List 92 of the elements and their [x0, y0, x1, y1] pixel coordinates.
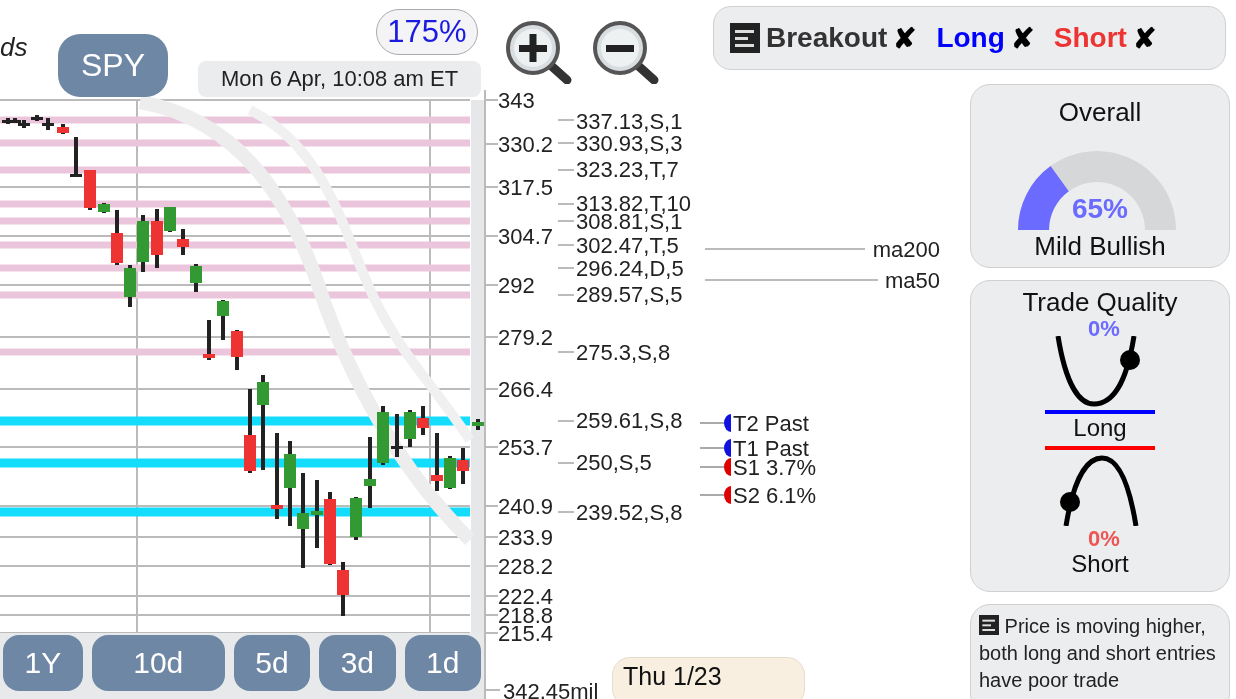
candlestick: [70, 137, 82, 177]
card-title: Overall: [1058, 97, 1142, 128]
moving-average-label: ma200: [872, 237, 940, 262]
price-level-label: 239.52,S,8: [576, 500, 683, 525]
price-level-label: 289.57,S,5: [576, 282, 683, 307]
leader-line: [557, 511, 575, 513]
price-tick-label: 343: [498, 88, 535, 113]
price-level-label: 337.13,S,1: [576, 109, 683, 134]
candlestick: [472, 419, 484, 430]
price-tick-label: 233.9: [498, 525, 554, 550]
price-level-label: 296.24,D,5: [576, 256, 684, 281]
range-button[interactable]: 1Y: [3, 635, 83, 691]
price-level-label: 259.61,S,8: [576, 408, 683, 433]
comment-text: Price is moving higher, both long and short entries have poor trade: [979, 614, 1217, 693]
zoom-out-icon[interactable]: [590, 20, 660, 84]
candlestick: [417, 406, 429, 435]
symbol-button[interactable]: SPY: [58, 34, 168, 97]
cross-mark: ✘: [1132, 21, 1156, 55]
cross-mark: ✘: [893, 21, 917, 55]
price-tick-label: 304.7: [498, 224, 554, 249]
candlestick: [231, 330, 243, 370]
short-label: Short: [1071, 550, 1129, 578]
price-tick-label: 292: [498, 273, 535, 298]
price-level-label: 323.23,T,7: [576, 157, 679, 182]
leader-line: [557, 462, 575, 464]
price-tick-label: 253.7: [498, 435, 554, 460]
leader-line: [557, 294, 575, 296]
candlestick: [377, 406, 389, 465]
candlestick: [457, 448, 469, 484]
leader-line: [699, 422, 725, 424]
leader-line: [557, 169, 575, 171]
price-tick-label: 266.4: [498, 377, 554, 402]
candlestick: [350, 497, 362, 540]
cross-mark: ✘: [1010, 21, 1034, 55]
timestamp: Mon 6 Apr, 10:08 am ET: [198, 61, 481, 97]
signal-label: Long: [936, 22, 1005, 54]
leader-line: [699, 466, 725, 468]
target-label: S2 6.1%: [733, 483, 817, 508]
price-level-label: 302.47,T,5: [576, 233, 679, 258]
candlestick: [217, 300, 229, 340]
candlestick: [311, 480, 323, 548]
price-level-label: 330.93,S,3: [576, 131, 683, 156]
leader-line: [557, 119, 575, 121]
candlestick: [404, 410, 416, 447]
zoom-level[interactable]: 175%: [376, 9, 478, 55]
leader-line: [557, 267, 575, 269]
price-tick-label: 330.2: [498, 132, 554, 157]
candlestick: [337, 562, 349, 616]
candlestick: [177, 229, 189, 255]
price-tick-label: 317.5: [498, 175, 554, 200]
leader-line: [557, 142, 575, 144]
candlestick: [137, 215, 149, 272]
range-button[interactable]: 3d: [319, 635, 396, 691]
candlestick: [391, 414, 403, 457]
price-tick-label: 222.4: [498, 584, 554, 609]
volume-label: 342.45mil: [503, 679, 599, 699]
leader-line: [699, 447, 725, 449]
price-tick-label: 228.2: [498, 554, 554, 579]
target-label: T2 Past: [733, 411, 809, 436]
leader-line: [557, 351, 575, 353]
list-icon: [979, 615, 999, 635]
candlestick: [190, 264, 202, 292]
moving-average-label: ma50: [884, 268, 940, 293]
long-label: Long: [1073, 414, 1127, 442]
range-button[interactable]: 10d: [91, 635, 225, 691]
date-tooltip: Thu 1/23: [612, 657, 805, 699]
candlestick: [84, 170, 96, 210]
price-tick-label: 240.9: [498, 494, 554, 519]
gauge-reading: 65%: [1071, 193, 1128, 225]
price-level-label: 250,S,5: [576, 450, 652, 475]
card-title: Trade Quality: [1022, 287, 1178, 318]
leader-line: [699, 494, 725, 496]
range-button[interactable]: 5d: [233, 635, 311, 691]
price-level-label: 275.3,S,8: [576, 340, 671, 365]
signal-label: Breakout: [766, 22, 888, 54]
short-reading: 0%: [1088, 526, 1120, 552]
page-title: ds: [0, 32, 28, 63]
candlestick: [203, 320, 215, 360]
leader-line: [557, 420, 575, 422]
verdict-label: Mild Bullish: [1034, 231, 1166, 262]
zoom-in-icon[interactable]: [503, 20, 573, 84]
signal-label: Short: [1053, 22, 1127, 54]
leader-line: [557, 203, 575, 205]
candlestick: [57, 124, 69, 134]
list-icon: [730, 23, 760, 53]
leader-line: [557, 220, 575, 222]
range-button[interactable]: 1d: [404, 635, 481, 691]
leader-line: [557, 244, 575, 246]
price-tick-label: 279.2: [498, 325, 554, 350]
candlestick: [364, 437, 376, 508]
candlestick: [124, 265, 136, 307]
long-reading: 0%: [1088, 316, 1120, 342]
